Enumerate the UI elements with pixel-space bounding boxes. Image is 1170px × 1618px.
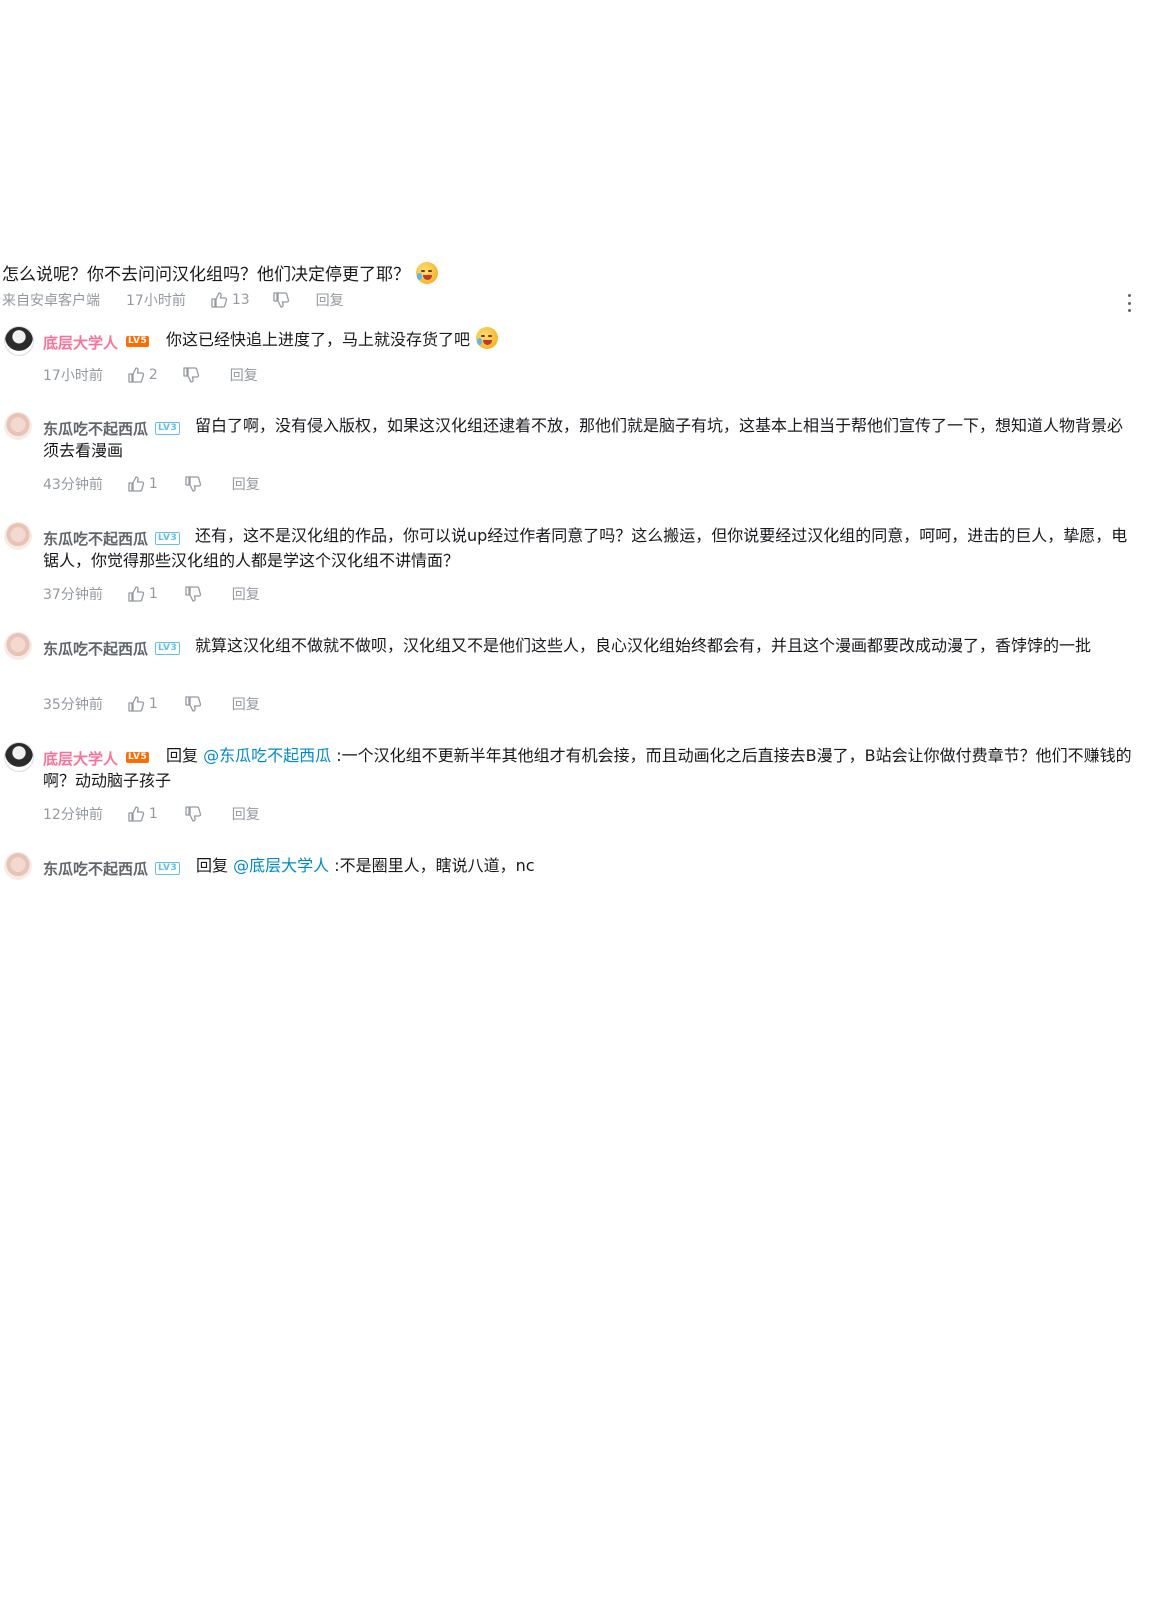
root-comment-meta: 来自安卓客户端 17小时前 13 回复	[2, 290, 344, 310]
like-count: 1	[148, 806, 158, 822]
reply-text: 你这已经快追上进度了，马上就没存货了吧	[166, 327, 499, 352]
avatar[interactable]	[4, 632, 32, 660]
dislike-icon[interactable]	[184, 805, 202, 823]
dislike-icon[interactable]	[184, 475, 202, 493]
comment-time: 17小时前	[126, 293, 186, 309]
username[interactable]: 底层大学人	[43, 332, 118, 353]
comment-source: 来自安卓客户端	[2, 293, 100, 309]
reply-prefix: 回复	[166, 746, 199, 765]
reply-meta: 17小时前 2 回复	[43, 365, 258, 385]
like-count: 1	[148, 476, 158, 492]
avatar[interactable]	[4, 742, 34, 772]
like-icon[interactable]	[210, 291, 228, 309]
reply-button[interactable]: 回复	[230, 365, 258, 385]
username[interactable]: 东瓜吃不起西瓜	[43, 858, 148, 879]
avatar[interactable]	[4, 412, 32, 440]
dislike-icon[interactable]	[272, 291, 290, 309]
like-icon[interactable]	[127, 695, 145, 713]
reply-button[interactable]: 回复	[232, 584, 260, 604]
reply-button[interactable]: 回复	[232, 804, 260, 824]
comment-time: 17小时前	[43, 368, 103, 384]
like-icon[interactable]	[127, 585, 145, 603]
cry-laugh-emoji-icon	[476, 327, 499, 349]
reply-button[interactable]: 回复	[316, 290, 344, 310]
like-count: 2	[148, 367, 158, 383]
reply-prefix: 回复	[196, 856, 229, 875]
comment-time: 43分钟前	[43, 477, 103, 493]
comment-time: 35分钟前	[43, 697, 103, 713]
avatar[interactable]	[4, 852, 32, 880]
avatar[interactable]	[4, 522, 32, 550]
reply-button[interactable]: 回复	[232, 694, 260, 714]
reply-meta: 37分钟前 1 回复	[43, 584, 260, 604]
root-comment-text: 怎么说呢？你不去问问汉化组吗？他们决定停更了耶？	[2, 265, 410, 285]
like-count: 1	[148, 696, 158, 712]
reply-text: 就算这汉化组不做就不做呗，汉化组又不是他们这些人，良心汉化组始终都会有，并且这个…	[195, 636, 1092, 655]
like-count: 13	[231, 292, 250, 308]
reply-text: 还有，这不是汉化组的作品，你可以说up经过作者同意了吗？这么搬运，但你说要经过汉…	[43, 526, 1128, 570]
comment-time: 12分钟前	[43, 807, 103, 823]
reply-meta: 43分钟前 1 回复	[43, 474, 260, 494]
reply-button[interactable]: 回复	[232, 474, 260, 494]
reply-text: 留白了啊，没有侵入版权，如果这汉化组还逮着不放，那他们就是脑子有坑，这基本上相当…	[43, 416, 1124, 460]
reply-text: 回复 @底层大学人 :不是圈里人，瞎说八道，nc	[196, 856, 535, 875]
mention-link[interactable]: @东瓜吃不起西瓜	[203, 746, 331, 765]
comment-time: 37分钟前	[43, 587, 103, 603]
more-options-icon[interactable]	[1126, 294, 1132, 312]
dislike-icon[interactable]	[184, 585, 202, 603]
reply-meta: 12分钟前 1 回复	[43, 804, 260, 824]
like-icon[interactable]	[127, 805, 145, 823]
level-badge: LV3	[155, 862, 181, 875]
avatar[interactable]	[4, 326, 34, 356]
reply-text: 回复 @东瓜吃不起西瓜 :一个汉化组不更新半年其他组才有机会接，而且动画化之后直…	[43, 746, 1132, 790]
reply-meta: 35分钟前 1 回复	[43, 694, 260, 714]
like-icon[interactable]	[127, 475, 145, 493]
root-comment-text-row: 怎么说呢？你不去问问汉化组吗？他们决定停更了耶？	[2, 262, 438, 288]
dislike-icon[interactable]	[182, 366, 200, 384]
level-badge: LV5	[126, 336, 150, 347]
like-icon[interactable]	[127, 366, 145, 384]
mention-link[interactable]: @底层大学人	[233, 856, 329, 875]
dislike-icon[interactable]	[184, 695, 202, 713]
cry-laugh-emoji-icon	[416, 262, 438, 284]
like-count: 1	[148, 586, 158, 602]
